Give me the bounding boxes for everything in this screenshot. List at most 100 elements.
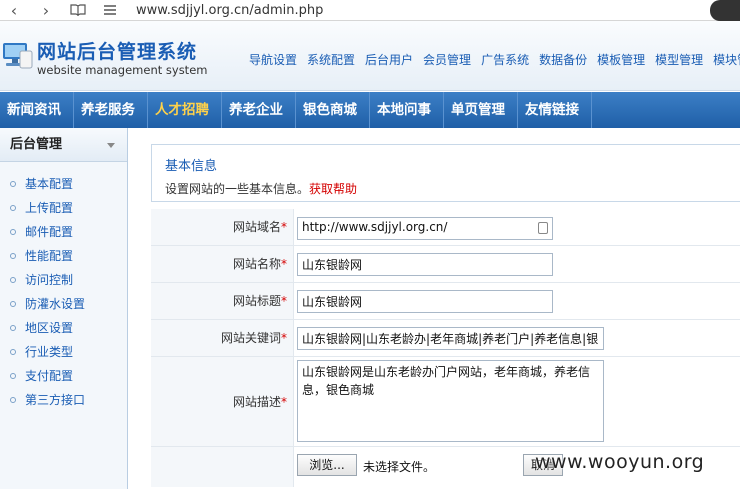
sidebar-header[interactable]: 后台管理 bbox=[0, 128, 127, 162]
sidebar-item-label: 防灌水设置 bbox=[25, 297, 86, 311]
no-file-text: 未选择文件。 bbox=[363, 460, 436, 474]
nav-elderly-enterprise[interactable]: 养老企业 bbox=[222, 92, 296, 128]
top-link-system-config[interactable]: 系统配置 bbox=[307, 51, 355, 68]
sidebar-item-industry[interactable]: 行业类型 bbox=[0, 340, 127, 364]
top-link-members[interactable]: 会员管理 bbox=[423, 51, 471, 68]
nav-elderly-service[interactable]: 养老服务 bbox=[74, 92, 148, 128]
info-description: 设置网站的一些基本信息。获取帮助 bbox=[165, 180, 357, 197]
nav-single-page[interactable]: 单页管理 bbox=[444, 92, 518, 128]
sidebar-item-label: 访问控制 bbox=[25, 273, 74, 287]
name-label: 网站名称 bbox=[232, 257, 281, 271]
book-icon[interactable] bbox=[68, 0, 88, 20]
nav-recruitment[interactable]: 人才招聘 bbox=[148, 92, 222, 128]
url-bar[interactable]: www.sdjjyl.org.cn/admin.php bbox=[136, 3, 323, 18]
form-row-title: 网站标题* 山东银龄网 bbox=[151, 283, 740, 320]
top-link-nav-settings[interactable]: 导航设置 bbox=[249, 51, 297, 68]
help-link[interactable]: 获取帮助 bbox=[309, 182, 357, 196]
keywords-label: 网站关键词 bbox=[220, 331, 281, 345]
form-row-description: 网站描述* 山东银龄网是山东老龄办门户网站，老年商城，养老信息，银色商城 bbox=[151, 357, 740, 447]
browser-toolbar: ‹ › www.sdjjyl.org.cn/admin.php bbox=[0, 0, 740, 21]
system-title: 网站后台管理系统 bbox=[37, 41, 198, 63]
sidebar-item-mail-config[interactable]: 邮件配置 bbox=[0, 220, 127, 244]
top-link-backup[interactable]: 数据备份 bbox=[539, 51, 587, 68]
sidebar: 后台管理 基本配置 上传配置 邮件配置 性能配置 访问控制 防灌水设置 地区设置… bbox=[0, 128, 128, 489]
top-link-templates[interactable]: 模板管理 bbox=[597, 51, 645, 68]
nav-news[interactable]: 新闻资讯 bbox=[0, 92, 74, 128]
autofill-icon[interactable] bbox=[538, 222, 548, 234]
domain-label: 网站域名 bbox=[232, 220, 281, 234]
field-label: 网站名称* bbox=[151, 246, 294, 282]
bullet-icon bbox=[10, 397, 16, 403]
computer-icon bbox=[3, 43, 33, 69]
sidebar-item-region[interactable]: 地区设置 bbox=[0, 316, 127, 340]
field-label: 网站标题* bbox=[151, 283, 294, 319]
required-mark: * bbox=[281, 257, 287, 271]
domain-value: http://www.sdjjyl.org.cn/ bbox=[302, 220, 448, 234]
bullet-icon bbox=[10, 301, 16, 307]
sidebar-item-anti-spam[interactable]: 防灌水设置 bbox=[0, 292, 127, 316]
site-title-input[interactable]: 山东银龄网 bbox=[297, 290, 553, 313]
sidebar-item-label: 地区设置 bbox=[25, 321, 74, 335]
main-nav: 新闻资讯 养老服务 人才招聘 养老企业 银色商城 本地问事 单页管理 友情链接 bbox=[0, 92, 740, 128]
sidebar-item-label: 上传配置 bbox=[25, 201, 74, 215]
field-label: 网站域名* bbox=[151, 209, 294, 245]
top-links: 导航设置 系统配置 后台用户 会员管理 广告系统 数据备份 模板管理 模型管理 … bbox=[249, 51, 740, 68]
sidebar-item-label: 第三方接口 bbox=[25, 393, 86, 407]
collapse-arrow-icon[interactable] bbox=[107, 143, 115, 148]
sidebar-item-label: 支付配置 bbox=[25, 369, 74, 383]
system-subtitle: website management system bbox=[37, 63, 208, 77]
form-row-name: 网站名称* 山东银龄网 bbox=[151, 246, 740, 283]
top-link-ads[interactable]: 广告系统 bbox=[481, 51, 529, 68]
sidebar-title: 后台管理 bbox=[10, 137, 63, 152]
bullet-icon bbox=[10, 253, 16, 259]
watermark: www.wooyun.org bbox=[535, 451, 705, 473]
nav-silver-mall[interactable]: 银色商城 bbox=[296, 92, 370, 128]
keywords-input[interactable]: 山东银龄网|山东老龄办|老年商城|养老门户|养老信息|银 bbox=[297, 327, 604, 350]
sidebar-list: 基本配置 上传配置 邮件配置 性能配置 访问控制 防灌水设置 地区设置 行业类型… bbox=[0, 162, 127, 412]
bullet-icon bbox=[10, 229, 16, 235]
forward-icon[interactable]: › bbox=[36, 0, 56, 20]
admin-header: 网站后台管理系统 website management system 导航设置 … bbox=[0, 21, 740, 91]
bullet-icon bbox=[10, 277, 16, 283]
nav-local-qa[interactable]: 本地问事 bbox=[370, 92, 444, 128]
site-name-input[interactable]: 山东银龄网 bbox=[297, 253, 553, 276]
bullet-icon bbox=[10, 181, 16, 187]
browse-button[interactable]: 浏览... bbox=[297, 454, 357, 476]
top-link-modules[interactable]: 模块管 bbox=[713, 51, 740, 68]
sidebar-item-third-party[interactable]: 第三方接口 bbox=[0, 388, 127, 412]
info-title: 基本信息 bbox=[165, 159, 218, 174]
form-row-keywords: 网站关键词* 山东银龄网|山东老龄办|老年商城|养老门户|养老信息|银 bbox=[151, 320, 740, 357]
back-icon[interactable]: ‹ bbox=[4, 0, 24, 20]
bullet-icon bbox=[10, 325, 16, 331]
nav-friend-links[interactable]: 友情链接 bbox=[518, 92, 592, 128]
info-desc-text: 设置网站的一些基本信息。 bbox=[165, 182, 310, 196]
desc-label: 网站描述 bbox=[232, 395, 281, 409]
menu-icon[interactable] bbox=[100, 0, 120, 20]
sidebar-item-performance-config[interactable]: 性能配置 bbox=[0, 244, 127, 268]
title-label: 网站标题 bbox=[232, 294, 281, 308]
required-mark: * bbox=[281, 294, 287, 308]
bullet-icon bbox=[10, 373, 16, 379]
field-label: 网站描述* bbox=[151, 357, 294, 446]
sidebar-item-label: 性能配置 bbox=[25, 249, 74, 263]
top-link-admin-users[interactable]: 后台用户 bbox=[365, 51, 413, 68]
sidebar-item-access-control[interactable]: 访问控制 bbox=[0, 268, 127, 292]
sidebar-item-payment[interactable]: 支付配置 bbox=[0, 364, 127, 388]
form-row-domain: 网站域名* http://www.sdjjyl.org.cn/ bbox=[151, 209, 740, 246]
required-mark: * bbox=[281, 395, 287, 409]
domain-input[interactable]: http://www.sdjjyl.org.cn/ bbox=[297, 217, 553, 240]
field-label: 网站关键词* bbox=[151, 320, 294, 356]
field-label bbox=[151, 447, 294, 487]
bullet-icon bbox=[10, 349, 16, 355]
bullet-icon bbox=[10, 205, 16, 211]
browser-control-area bbox=[710, 0, 740, 21]
sidebar-item-basic-config[interactable]: 基本配置 bbox=[0, 172, 127, 196]
sidebar-item-label: 邮件配置 bbox=[25, 225, 74, 239]
info-panel: 基本信息 设置网站的一些基本信息。获取帮助 bbox=[151, 144, 740, 202]
main-content: 基本信息 设置网站的一些基本信息。获取帮助 网站域名* http://www.s… bbox=[151, 144, 740, 489]
sidebar-item-upload-config[interactable]: 上传配置 bbox=[0, 196, 127, 220]
settings-form: 网站域名* http://www.sdjjyl.org.cn/ 网站名称* 山东… bbox=[151, 209, 740, 487]
top-link-models[interactable]: 模型管理 bbox=[655, 51, 703, 68]
required-mark: * bbox=[281, 331, 287, 345]
description-textarea[interactable]: 山东银龄网是山东老龄办门户网站，老年商城，养老信息，银色商城 bbox=[297, 360, 604, 442]
